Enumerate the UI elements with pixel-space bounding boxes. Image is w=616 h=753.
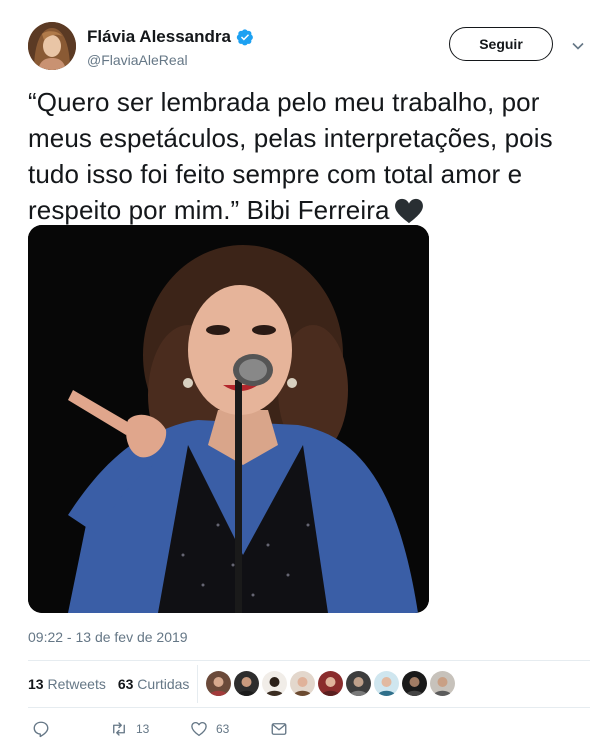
tweet-timestamp[interactable]: 09:22 - 13 de fev de 2019	[28, 629, 188, 645]
liker-avatar[interactable]	[290, 671, 315, 696]
liker-avatar[interactable]	[234, 671, 259, 696]
divider	[28, 707, 590, 708]
liker-avatar[interactable]	[262, 671, 287, 696]
likes-label: Curtidas	[137, 676, 190, 692]
like-count: 63	[216, 722, 230, 736]
divider	[28, 660, 590, 661]
tweet-stats: 13 Retweets 63 Curtidas	[28, 676, 189, 692]
envelope-icon	[271, 723, 287, 735]
chevron-down-icon[interactable]	[570, 38, 586, 54]
black-heart-icon	[394, 198, 423, 224]
user-handle[interactable]: @FlaviaAleReal	[87, 52, 188, 68]
liker-avatar[interactable]	[430, 671, 455, 696]
tweet-actions: 13 63	[28, 720, 328, 744]
heart-icon	[191, 721, 207, 737]
retweets-count: 13	[28, 676, 44, 692]
verified-badge-icon	[236, 29, 253, 46]
liker-avatar[interactable]	[374, 671, 399, 696]
follow-button[interactable]: Seguir	[449, 27, 553, 61]
retweet-count: 13	[136, 722, 150, 736]
tweet-card: Flávia Alessandra @FlaviaAleReal Seguir …	[0, 0, 616, 753]
likes-count: 63	[117, 676, 134, 692]
reply-icon	[33, 721, 49, 738]
display-name[interactable]: Flávia Alessandra	[87, 27, 231, 47]
liker-avatar[interactable]	[346, 671, 371, 696]
liker-avatar[interactable]	[318, 671, 343, 696]
retweet-action[interactable]: 13	[110, 720, 149, 738]
liker-avatars	[206, 671, 455, 696]
likes-stat[interactable]: 63 Curtidas	[118, 676, 190, 692]
liker-avatar[interactable]	[402, 671, 427, 696]
tweet-text: “Quero ser lembrada pelo meu trabalho, p…	[28, 84, 588, 228]
retweet-icon	[113, 722, 125, 736]
like-action[interactable]: 63	[190, 720, 229, 738]
tweet-text-content: “Quero ser lembrada pelo meu trabalho, p…	[28, 87, 553, 225]
stats-separator	[197, 665, 198, 703]
tweet-photo[interactable]	[28, 225, 429, 613]
retweets-stat[interactable]: 13 Retweets	[28, 676, 106, 692]
retweets-label: Retweets	[47, 676, 106, 692]
name-row: Flávia Alessandra	[87, 27, 254, 47]
direct-message-action[interactable]	[270, 720, 288, 738]
avatar[interactable]	[28, 22, 76, 70]
liker-avatar[interactable]	[206, 671, 231, 696]
reply-action[interactable]	[32, 720, 50, 738]
